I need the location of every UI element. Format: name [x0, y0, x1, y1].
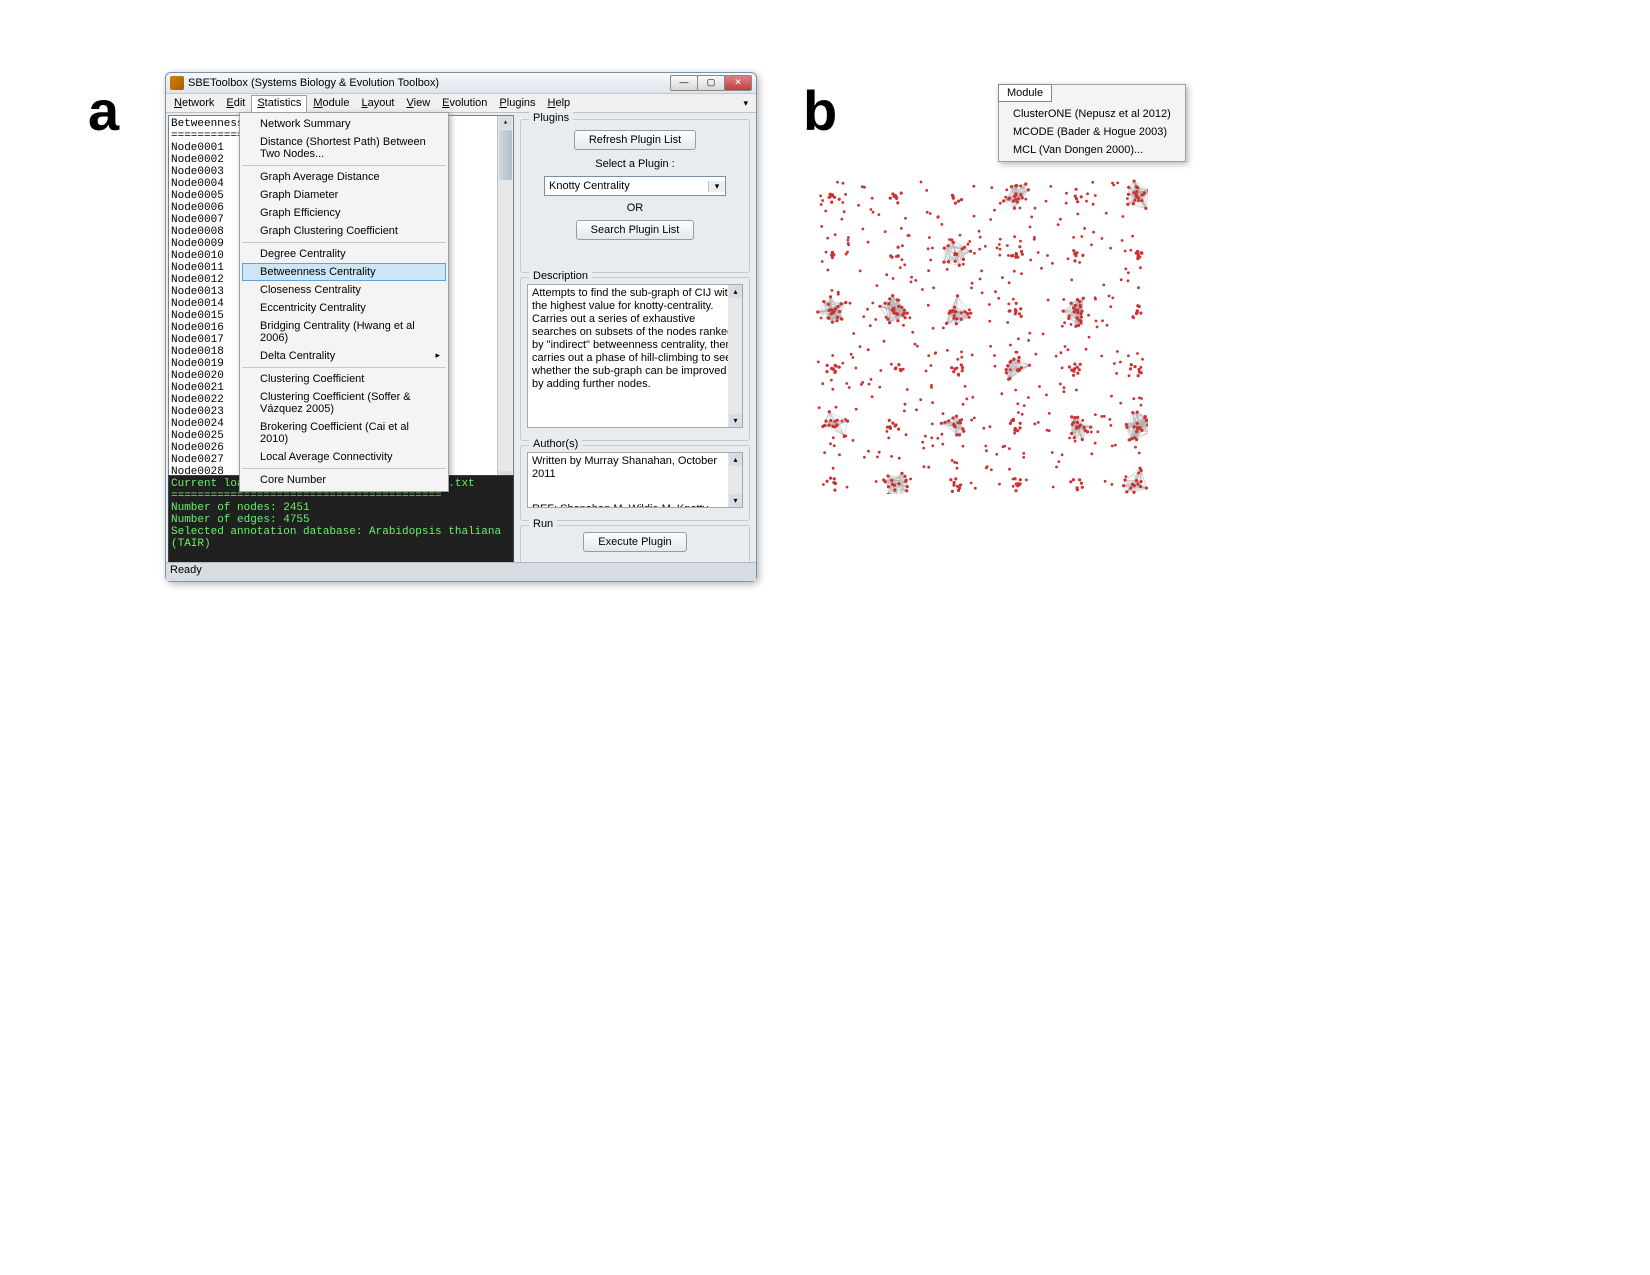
- stats-item[interactable]: Graph Clustering Coefficient: [242, 222, 446, 240]
- panel-b-label: b: [803, 78, 837, 143]
- panel-a-label: a: [88, 78, 119, 143]
- results-scrollbar[interactable]: ▴ ▾: [497, 116, 513, 484]
- description-text: Attempts to find the sub-graph of CIJ wi…: [532, 287, 734, 390]
- scroll-thumb[interactable]: [499, 130, 512, 180]
- authors-text: Written by Murray Shanahan, October 2011: [532, 455, 738, 481]
- menu-layout[interactable]: Layout: [355, 95, 400, 111]
- stats-item[interactable]: Brokering Coefficient (Cai et al 2010): [242, 418, 446, 448]
- maximize-button[interactable]: ▢: [697, 75, 725, 91]
- menubar-overflow-icon[interactable]: ▾: [743, 98, 754, 109]
- menu-help[interactable]: Help: [542, 95, 577, 111]
- select-plugin-label: Select a Plugin :: [527, 158, 743, 170]
- authors-ref: REF: Shanahan M, Wildie M, Knotty-centra…: [532, 503, 738, 508]
- statusbar: Ready: [166, 562, 756, 581]
- stats-item[interactable]: Local Average Connectivity: [242, 448, 446, 466]
- stats-item[interactable]: Network Summary: [242, 115, 446, 133]
- app-window: SBEToolbox (Systems Biology & Evolution …: [165, 72, 757, 582]
- plugin-select[interactable]: Knotty Centrality ▾: [544, 176, 726, 196]
- network-visualization: [813, 176, 1148, 494]
- menu-statistics[interactable]: Statistics: [251, 95, 307, 112]
- description-legend: Description: [529, 270, 592, 282]
- stats-item[interactable]: Distance (Shortest Path) Between Two Nod…: [242, 133, 446, 163]
- stats-item[interactable]: Graph Diameter: [242, 186, 446, 204]
- menu-module[interactable]: Module: [307, 95, 355, 111]
- stats-item[interactable]: Eccentricity Centrality: [242, 299, 446, 317]
- submenu-arrow-icon: ▸: [435, 350, 440, 361]
- stats-item[interactable]: Closeness Centrality: [242, 281, 446, 299]
- scroll-up-icon[interactable]: ▴: [729, 285, 742, 298]
- authors-scrollbar[interactable]: ▴ ▾: [728, 453, 742, 507]
- menu-edit[interactable]: Edit: [220, 95, 251, 111]
- titlebar[interactable]: SBEToolbox (Systems Biology & Evolution …: [166, 73, 756, 94]
- dropdown-arrow-icon[interactable]: ▾: [708, 181, 725, 192]
- stats-item[interactable]: Betweenness Centrality: [242, 263, 446, 281]
- module-item[interactable]: MCL (Van Dongen 2000)...: [1001, 141, 1183, 159]
- close-button[interactable]: ✕: [724, 75, 752, 91]
- description-fieldset: Description Attempts to find the sub-gra…: [520, 277, 750, 441]
- plugin-select-value: Knotty Centrality: [545, 180, 708, 192]
- module-item[interactable]: ClusterONE (Nepusz et al 2012): [1001, 105, 1183, 123]
- description-scrollbar[interactable]: ▴ ▾: [728, 285, 742, 427]
- menu-evolution[interactable]: Evolution: [436, 95, 493, 111]
- stats-item[interactable]: Graph Average Distance: [242, 168, 446, 186]
- stats-item[interactable]: Degree Centrality: [242, 245, 446, 263]
- plugins-fieldset: Plugins Refresh Plugin List Select a Plu…: [520, 119, 750, 273]
- menu-plugins[interactable]: Plugins: [493, 95, 541, 111]
- scroll-up-icon[interactable]: ▴: [499, 116, 512, 129]
- stats-item[interactable]: Clustering Coefficient (Soffer & Vázquez…: [242, 388, 446, 418]
- authors-legend: Author(s): [529, 438, 582, 450]
- menu-network[interactable]: Network: [168, 95, 220, 111]
- menubar: NetworkEditStatisticsModuleLayoutViewEvo…: [166, 94, 756, 113]
- search-plugin-button[interactable]: Search Plugin List: [576, 220, 695, 240]
- menu-view[interactable]: View: [401, 95, 437, 111]
- run-legend: Run: [529, 518, 557, 530]
- module-item[interactable]: MCODE (Bader & Hogue 2003): [1001, 123, 1183, 141]
- stats-item[interactable]: Clustering Coefficient: [242, 370, 446, 388]
- statistics-dropdown[interactable]: Network SummaryDistance (Shortest Path) …: [239, 112, 449, 492]
- authors-fieldset: Author(s) Written by Murray Shanahan, Oc…: [520, 445, 750, 521]
- stats-item[interactable]: Graph Efficiency: [242, 204, 446, 222]
- window-title: SBEToolbox (Systems Biology & Evolution …: [188, 77, 671, 89]
- scroll-down-icon[interactable]: ▾: [729, 494, 742, 507]
- plugins-legend: Plugins: [529, 112, 573, 124]
- refresh-plugin-button[interactable]: Refresh Plugin List: [574, 130, 696, 150]
- app-icon: [170, 76, 184, 90]
- module-tab[interactable]: Module: [998, 84, 1052, 102]
- scroll-down-icon[interactable]: ▾: [729, 414, 742, 427]
- or-label: OR: [527, 202, 743, 214]
- minimize-button[interactable]: —: [670, 75, 698, 91]
- authors-textarea[interactable]: Written by Murray Shanahan, October 2011…: [527, 452, 743, 508]
- scroll-up-icon[interactable]: ▴: [729, 453, 742, 466]
- execute-plugin-button[interactable]: Execute Plugin: [583, 532, 686, 552]
- description-textarea[interactable]: Attempts to find the sub-graph of CIJ wi…: [527, 284, 743, 428]
- stats-item[interactable]: Delta Centrality▸: [242, 347, 446, 365]
- right-pane: Plugins Refresh Plugin List Select a Plu…: [518, 115, 752, 567]
- module-menu[interactable]: Module ClusterONE (Nepusz et al 2012)MCO…: [998, 84, 1186, 162]
- body-area: Network SummaryDistance (Shortest Path) …: [166, 113, 756, 567]
- stats-item[interactable]: Core Number: [242, 471, 446, 489]
- stats-item[interactable]: Bridging Centrality (Hwang et al 2006): [242, 317, 446, 347]
